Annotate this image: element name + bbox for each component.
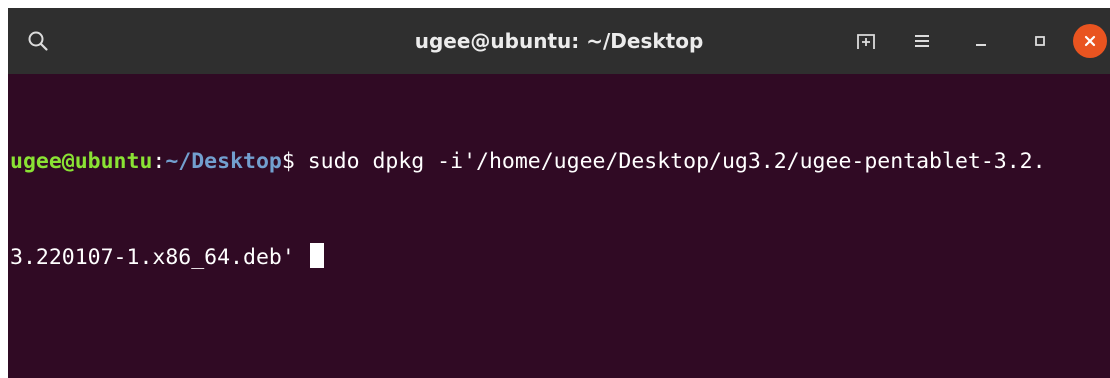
text-cursor <box>309 243 324 268</box>
terminal-output[interactable]: ugee@ubuntu:~/Desktop$ sudo dpkg -i'/hom… <box>8 74 1110 378</box>
close-button[interactable] <box>1072 23 1108 59</box>
maximize-icon <box>1035 36 1045 46</box>
minimize-icon <box>976 44 986 46</box>
terminal-window: ugee@ubuntu: ~/Desktop ugee@ubuntu:~/Des… <box>8 8 1110 378</box>
prompt-path: ~/Desktop <box>165 149 282 174</box>
minimize-button[interactable] <box>963 23 999 59</box>
prompt-user-host: ugee@ubuntu <box>10 149 153 174</box>
hamburger-menu-icon <box>915 35 929 47</box>
search-icon <box>28 31 48 51</box>
close-button-circle[interactable] <box>1073 24 1107 58</box>
prompt-dollar: $ <box>281 149 295 174</box>
new-tab-button[interactable] <box>848 23 884 59</box>
terminal-line-1: ugee@ubuntu:~/Desktop$ sudo dpkg -i'/hom… <box>10 146 1110 178</box>
menu-button[interactable] <box>904 23 940 59</box>
new-tab-icon <box>857 34 875 49</box>
search-button[interactable] <box>20 23 56 59</box>
terminal-line-2: 3.220107-1.x86_64.deb' <box>10 242 1110 274</box>
maximize-button[interactable] <box>1022 23 1058 59</box>
command-text-line-1: sudo dpkg -i'/home/ugee/Desktop/ug3.2/ug… <box>294 149 1046 174</box>
prompt-colon: : <box>152 149 166 174</box>
window-title: ugee@ubuntu: ~/Desktop <box>414 29 704 53</box>
close-icon <box>1084 35 1096 47</box>
command-text-line-2: 3.220107-1.x86_64.deb' <box>10 245 308 270</box>
title-bar[interactable]: ugee@ubuntu: ~/Desktop <box>8 8 1110 74</box>
